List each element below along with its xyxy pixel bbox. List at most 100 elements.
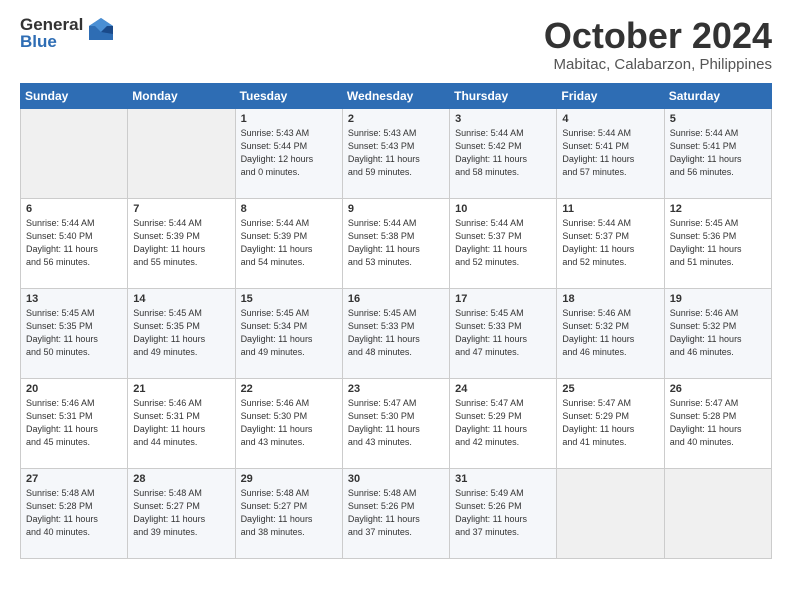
title-section: October 2024 Mabitac, Calabarzon, Philip… bbox=[544, 16, 772, 73]
calendar-cell: 16 Sunrise: 5:45 AM Sunset: 5:33 PM Dayli… bbox=[342, 288, 449, 378]
col-friday: Friday bbox=[557, 83, 664, 108]
day-number: 6 bbox=[26, 203, 122, 215]
col-thursday: Thursday bbox=[450, 83, 557, 108]
calendar-week-5: 27Sunrise: 5:48 AM Sunset: 5:28 PM Dayli… bbox=[21, 468, 772, 558]
day-info: Sunrise: 5:47 AM Sunset: 5:30 PM Dayligh… bbox=[348, 397, 444, 449]
day-number: 2 bbox=[348, 113, 444, 125]
day-info: Sunrise: 5:48 AM Sunset: 5:27 PM Dayligh… bbox=[241, 487, 337, 539]
subtitle: Mabitac, Calabarzon, Philippines bbox=[544, 56, 772, 73]
day-info: Sunrise: 5:46 AM Sunset: 5:32 PM Dayligh… bbox=[670, 307, 766, 359]
logo-text: General Blue bbox=[20, 16, 83, 50]
day-number: 27 bbox=[26, 473, 122, 485]
day-info: Sunrise: 5:44 AM Sunset: 5:37 PM Dayligh… bbox=[562, 217, 658, 269]
day-number: 22 bbox=[241, 383, 337, 395]
day-info: Sunrise: 5:45 AM Sunset: 5:35 PM Dayligh… bbox=[133, 307, 229, 359]
calendar-cell: 28 Sunrise: 5:48 AM Sunset: 5:27 PM Dayli… bbox=[128, 468, 235, 558]
calendar-cell: 30 Sunrise: 5:48 AM Sunset: 5:26 PM Dayli… bbox=[342, 468, 449, 558]
day-number: 30 bbox=[348, 473, 444, 485]
day-number: 17 bbox=[455, 293, 551, 305]
day-info: Sunrise: 5:45 AM Sunset: 5:36 PM Dayligh… bbox=[670, 217, 766, 269]
calendar-cell: 8 Sunrise: 5:44 AM Sunset: 5:39 PM Daylig… bbox=[235, 198, 342, 288]
calendar-cell: 14 Sunrise: 5:45 AM Sunset: 5:35 PM Dayli… bbox=[128, 288, 235, 378]
calendar-cell: 5 Sunrise: 5:44 AM Sunset: 5:41 PM Daylig… bbox=[664, 108, 771, 198]
day-number: 15 bbox=[241, 293, 337, 305]
calendar-cell bbox=[557, 468, 664, 558]
calendar-cell: 23 Sunrise: 5:47 AM Sunset: 5:30 PM Dayli… bbox=[342, 378, 449, 468]
day-info: Sunrise: 5:46 AM Sunset: 5:30 PM Dayligh… bbox=[241, 397, 337, 449]
day-number: 11 bbox=[562, 203, 658, 215]
day-number: 24 bbox=[455, 383, 551, 395]
day-info: Sunrise: 5:44 AM Sunset: 5:39 PM Dayligh… bbox=[133, 217, 229, 269]
logo: General Blue bbox=[20, 16, 115, 50]
day-number: 10 bbox=[455, 203, 551, 215]
day-number: 7 bbox=[133, 203, 229, 215]
calendar-cell: 2Sunrise: 5:43 AM Sunset: 5:43 PM Daylig… bbox=[342, 108, 449, 198]
logo-blue: Blue bbox=[20, 33, 83, 50]
calendar-cell: 22 Sunrise: 5:46 AM Sunset: 5:30 PM Dayli… bbox=[235, 378, 342, 468]
col-tuesday: Tuesday bbox=[235, 83, 342, 108]
day-number: 5 bbox=[670, 113, 766, 125]
day-number: 16 bbox=[348, 293, 444, 305]
page-container: General Blue October 2024 Mabitac, Calab… bbox=[0, 0, 792, 569]
calendar-cell: 10Sunrise: 5:44 AM Sunset: 5:37 PM Dayli… bbox=[450, 198, 557, 288]
calendar-cell bbox=[21, 108, 128, 198]
col-sunday: Sunday bbox=[21, 83, 128, 108]
calendar-table: Sunday Monday Tuesday Wednesday Thursday… bbox=[20, 83, 772, 559]
day-info: Sunrise: 5:44 AM Sunset: 5:41 PM Dayligh… bbox=[670, 127, 766, 179]
header-row: Sunday Monday Tuesday Wednesday Thursday… bbox=[21, 83, 772, 108]
day-number: 21 bbox=[133, 383, 229, 395]
calendar-cell: 15 Sunrise: 5:45 AM Sunset: 5:34 PM Dayli… bbox=[235, 288, 342, 378]
day-number: 18 bbox=[562, 293, 658, 305]
calendar-cell: 7 Sunrise: 5:44 AM Sunset: 5:39 PM Daylig… bbox=[128, 198, 235, 288]
col-saturday: Saturday bbox=[664, 83, 771, 108]
day-info: Sunrise: 5:47 AM Sunset: 5:28 PM Dayligh… bbox=[670, 397, 766, 449]
calendar-cell: 18 Sunrise: 5:46 AM Sunset: 5:32 PM Dayli… bbox=[557, 288, 664, 378]
calendar-cell: 17 Sunrise: 5:45 AM Sunset: 5:33 PM Dayli… bbox=[450, 288, 557, 378]
day-number: 26 bbox=[670, 383, 766, 395]
day-info: Sunrise: 5:46 AM Sunset: 5:32 PM Dayligh… bbox=[562, 307, 658, 359]
day-info: Sunrise: 5:43 AM Sunset: 5:44 PM Dayligh… bbox=[241, 127, 337, 179]
month-title: October 2024 bbox=[544, 16, 772, 56]
day-info: Sunrise: 5:48 AM Sunset: 5:26 PM Dayligh… bbox=[348, 487, 444, 539]
day-info: Sunrise: 5:48 AM Sunset: 5:27 PM Dayligh… bbox=[133, 487, 229, 539]
day-info: Sunrise: 5:44 AM Sunset: 5:39 PM Dayligh… bbox=[241, 217, 337, 269]
calendar-cell: 12 Sunrise: 5:45 AM Sunset: 5:36 PM Dayli… bbox=[664, 198, 771, 288]
day-number: 25 bbox=[562, 383, 658, 395]
day-number: 4 bbox=[562, 113, 658, 125]
calendar-cell bbox=[128, 108, 235, 198]
day-info: Sunrise: 5:45 AM Sunset: 5:33 PM Dayligh… bbox=[348, 307, 444, 359]
day-number: 8 bbox=[241, 203, 337, 215]
calendar-cell: 29Sunrise: 5:48 AM Sunset: 5:27 PM Dayli… bbox=[235, 468, 342, 558]
calendar-cell: 24Sunrise: 5:47 AM Sunset: 5:29 PM Dayli… bbox=[450, 378, 557, 468]
calendar-week-2: 6 Sunrise: 5:44 AM Sunset: 5:40 PM Daylig… bbox=[21, 198, 772, 288]
day-info: Sunrise: 5:44 AM Sunset: 5:38 PM Dayligh… bbox=[348, 217, 444, 269]
calendar-cell: 3Sunrise: 5:44 AM Sunset: 5:42 PM Daylig… bbox=[450, 108, 557, 198]
day-number: 1 bbox=[241, 113, 337, 125]
day-info: Sunrise: 5:45 AM Sunset: 5:33 PM Dayligh… bbox=[455, 307, 551, 359]
calendar-cell: 11 Sunrise: 5:44 AM Sunset: 5:37 PM Dayli… bbox=[557, 198, 664, 288]
calendar-cell: 27Sunrise: 5:48 AM Sunset: 5:28 PM Dayli… bbox=[21, 468, 128, 558]
day-number: 13 bbox=[26, 293, 122, 305]
calendar-cell: 6 Sunrise: 5:44 AM Sunset: 5:40 PM Daylig… bbox=[21, 198, 128, 288]
calendar-cell: 19Sunrise: 5:46 AM Sunset: 5:32 PM Dayli… bbox=[664, 288, 771, 378]
day-info: Sunrise: 5:44 AM Sunset: 5:40 PM Dayligh… bbox=[26, 217, 122, 269]
calendar-cell: 4Sunrise: 5:44 AM Sunset: 5:41 PM Daylig… bbox=[557, 108, 664, 198]
day-info: Sunrise: 5:45 AM Sunset: 5:34 PM Dayligh… bbox=[241, 307, 337, 359]
day-number: 28 bbox=[133, 473, 229, 485]
day-number: 12 bbox=[670, 203, 766, 215]
calendar-cell: 13 Sunrise: 5:45 AM Sunset: 5:35 PM Dayli… bbox=[21, 288, 128, 378]
day-info: Sunrise: 5:45 AM Sunset: 5:35 PM Dayligh… bbox=[26, 307, 122, 359]
calendar-cell: 31Sunrise: 5:49 AM Sunset: 5:26 PM Dayli… bbox=[450, 468, 557, 558]
day-number: 9 bbox=[348, 203, 444, 215]
day-info: Sunrise: 5:46 AM Sunset: 5:31 PM Dayligh… bbox=[133, 397, 229, 449]
day-info: Sunrise: 5:46 AM Sunset: 5:31 PM Dayligh… bbox=[26, 397, 122, 449]
day-number: 31 bbox=[455, 473, 551, 485]
day-number: 14 bbox=[133, 293, 229, 305]
col-monday: Monday bbox=[128, 83, 235, 108]
calendar-cell: 25Sunrise: 5:47 AM Sunset: 5:29 PM Dayli… bbox=[557, 378, 664, 468]
calendar-week-3: 13 Sunrise: 5:45 AM Sunset: 5:35 PM Dayli… bbox=[21, 288, 772, 378]
col-wednesday: Wednesday bbox=[342, 83, 449, 108]
calendar-cell: 1 Sunrise: 5:43 AM Sunset: 5:44 PM Daylig… bbox=[235, 108, 342, 198]
calendar-cell: 9 Sunrise: 5:44 AM Sunset: 5:38 PM Daylig… bbox=[342, 198, 449, 288]
day-number: 23 bbox=[348, 383, 444, 395]
